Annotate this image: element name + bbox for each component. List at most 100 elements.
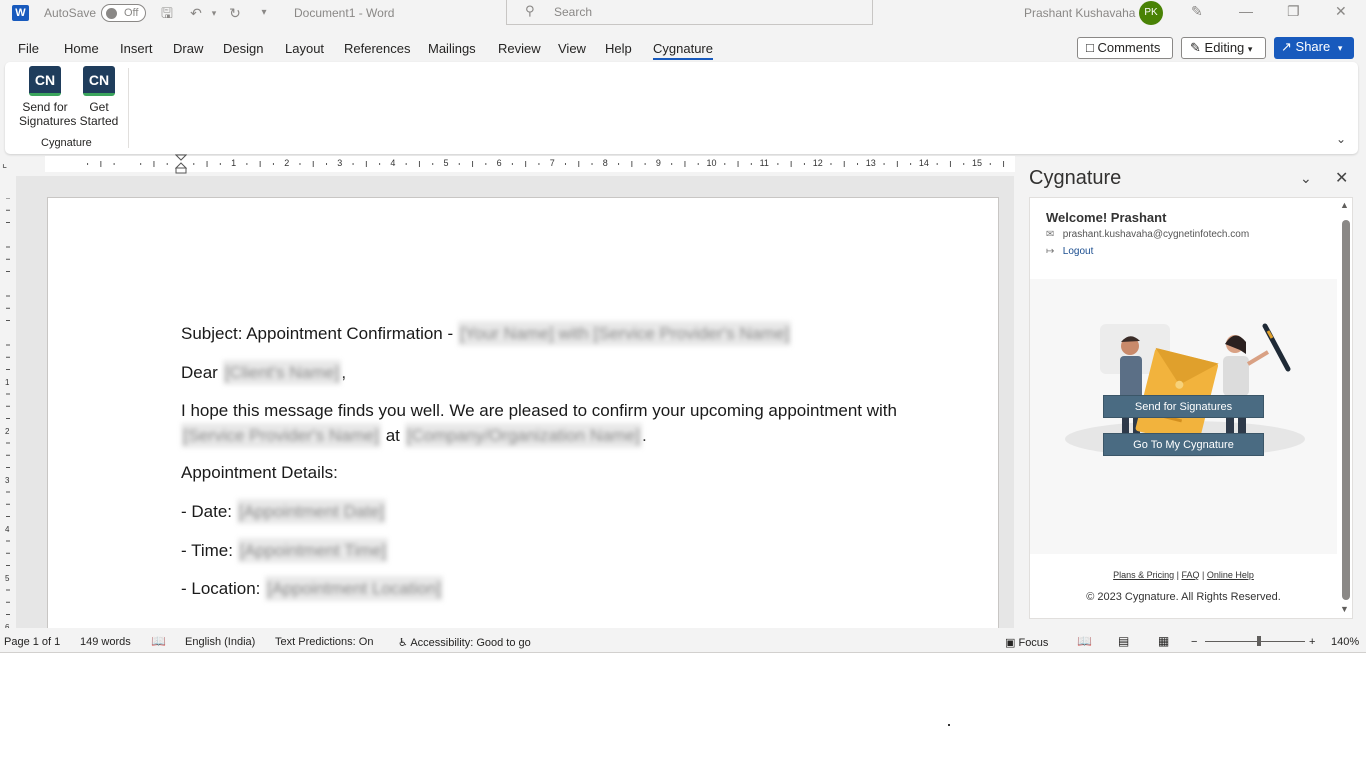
share-label: Share [1295, 39, 1331, 54]
comments-button[interactable]: □ Comments [1077, 37, 1173, 59]
tab-mailings[interactable]: Mailings [428, 41, 476, 56]
read-mode-icon[interactable]: 📖 [1077, 634, 1092, 648]
share-button[interactable]: ↗ Share ▾ [1274, 37, 1354, 59]
get-started-ribbon-button[interactable]: CN Get Started [73, 66, 125, 128]
pane-scrollbar[interactable]: ▲ ▼ [1339, 198, 1352, 618]
ruler-number: 8 [602, 158, 608, 168]
ruler-number: 3 [337, 158, 343, 168]
go-to-my-cygnature-button[interactable]: Go To My Cygnature [1103, 433, 1264, 456]
pane-close-icon[interactable]: ✕ [1335, 168, 1348, 188]
date-label: - Date: [181, 502, 237, 521]
tab-design[interactable]: Design [223, 41, 263, 56]
ribbon-button-label: Send for [22, 100, 68, 114]
tab-insert[interactable]: Insert [120, 41, 153, 56]
text-predictions-status[interactable]: Text Predictions: On [275, 636, 373, 648]
online-help-link[interactable]: Online Help [1207, 570, 1254, 580]
editing-mode-button[interactable]: ✎ Editing ▾ [1181, 37, 1266, 59]
scroll-thumb[interactable] [1342, 220, 1350, 600]
minimize-icon[interactable]: — [1239, 3, 1253, 19]
horizontal-ruler[interactable]: 1 2 3 4 5 6 7 8 9 10 11 12 13 14 15 [45, 156, 1015, 172]
collapse-ribbon-icon[interactable]: ⌄ [1336, 132, 1346, 146]
subject-line[interactable]: Subject: Appointment Confirmation - [You… [181, 321, 792, 346]
details-heading[interactable]: Appointment Details: [181, 460, 338, 485]
print-layout-icon[interactable]: ▤ [1118, 634, 1129, 648]
tab-draw[interactable]: Draw [173, 41, 203, 56]
search-box[interactable]: ⚲ Search [506, 0, 873, 25]
time-line[interactable]: - Time: [Appointment Time] [181, 538, 389, 563]
focus-mode-button[interactable]: ▣ Focus [1005, 636, 1048, 649]
undo-dropdown-icon[interactable]: ▾ [205, 4, 223, 22]
search-icon: ⚲ [525, 3, 535, 18]
body-text: I hope this message finds you well. We a… [181, 401, 897, 420]
restore-icon[interactable]: ❐ [1287, 3, 1300, 20]
logout-text: Logout [1062, 246, 1094, 257]
link-separator: | [1199, 570, 1207, 580]
date-line[interactable]: - Date: [Appointment Date] [181, 499, 387, 524]
web-layout-icon[interactable]: ▦ [1158, 634, 1169, 648]
heading-text: Appointment Details: [181, 463, 338, 482]
vertical-ruler[interactable]: 1 2 3 4 5 6 [0, 198, 16, 628]
footer-links: Plans & Pricing | FAQ | Online Help [1030, 570, 1337, 580]
zoom-slider[interactable] [1205, 641, 1305, 642]
zoom-slider-thumb[interactable] [1257, 636, 1261, 646]
share-icon: ↗ [1281, 39, 1292, 54]
language-status[interactable]: English (India) [185, 636, 255, 648]
greeting-line[interactable]: Dear [Client's Name], [181, 360, 346, 385]
tab-cygnature[interactable]: Cygnature [653, 41, 713, 60]
accessibility-status[interactable]: ♿ Accessibility: Good to go [398, 636, 531, 649]
location-label: - Location: [181, 579, 266, 598]
subject-prefix: Subject: Appointment Confirmation - [181, 324, 458, 343]
status-bar: Page 1 of 1 149 words 📖 English (India) … [0, 630, 1366, 653]
document-canvas[interactable]: Subject: Appointment Confirmation - [You… [16, 176, 1014, 628]
autosave-toggle[interactable]: Off [101, 4, 146, 22]
body-paragraph-line1[interactable]: I hope this message finds you well. We a… [181, 398, 897, 423]
save-icon[interactable]: 🖫 [158, 4, 176, 22]
zoom-level[interactable]: 140% [1331, 636, 1359, 648]
logout-link[interactable]: ↦ Logout [1046, 246, 1093, 257]
avatar[interactable]: PK [1139, 1, 1163, 25]
tab-home[interactable]: Home [64, 41, 99, 56]
customize-qat-icon[interactable]: ▾ [255, 4, 273, 22]
faq-link[interactable]: FAQ [1181, 570, 1199, 580]
tab-references[interactable]: References [344, 41, 410, 56]
document-page[interactable]: Subject: Appointment Confirmation - [You… [47, 197, 999, 628]
ribbon-group-label: Cygnature [41, 137, 92, 149]
tab-view[interactable]: View [558, 41, 586, 56]
tab-selector-icon[interactable]: ⌞ [2, 157, 14, 170]
redo-icon[interactable]: ↻ [226, 4, 244, 22]
undo-icon[interactable]: ↶ [187, 4, 205, 22]
indent-marker-icon[interactable] [175, 154, 187, 174]
tab-help[interactable]: Help [605, 41, 632, 56]
zoom-out-button[interactable]: − [1191, 636, 1197, 648]
ribbon-divider [128, 68, 129, 148]
plans-pricing-link[interactable]: Plans & Pricing [1113, 570, 1174, 580]
zoom-in-button[interactable]: + [1309, 636, 1315, 648]
word-count[interactable]: 149 words [80, 636, 131, 648]
close-window-icon[interactable]: ✕ [1335, 3, 1347, 20]
pen-icon[interactable]: ✎ [1191, 3, 1203, 20]
scroll-down-icon[interactable]: ▼ [1340, 604, 1349, 614]
send-for-signatures-ribbon-button[interactable]: CN Send for Signatures [19, 66, 76, 128]
body-text: . [642, 426, 647, 445]
location-line[interactable]: - Location: [Appointment Location] [181, 576, 444, 601]
comment-icon: □ [1086, 40, 1094, 55]
stray-dot [948, 724, 950, 726]
ruler-number: 2 [5, 427, 10, 436]
pane-options-chevron-icon[interactable]: ⌄ [1300, 170, 1312, 187]
scroll-up-icon[interactable]: ▲ [1340, 200, 1349, 210]
tab-file[interactable]: File [18, 41, 39, 56]
body-paragraph-line2[interactable]: [Service Provider's Name] at [Company/Or… [181, 423, 647, 448]
cygnature-logo-icon: CN [29, 66, 61, 96]
focus-label: Focus [1018, 637, 1049, 649]
logout-icon: ↦ [1046, 246, 1055, 257]
proofing-icon[interactable]: 📖 [151, 634, 166, 648]
pane-content-frame: Welcome! Prashant ✉ prashant.kushavaha@c… [1029, 197, 1353, 619]
tab-review[interactable]: Review [498, 41, 541, 56]
send-for-signatures-button[interactable]: Send for Signatures [1103, 395, 1264, 418]
ruler-number: 10 [706, 158, 717, 168]
tab-layout[interactable]: Layout [285, 41, 324, 56]
ruler-number: 1 [231, 158, 237, 168]
page-count[interactable]: Page 1 of 1 [4, 636, 60, 648]
user-name[interactable]: Prashant Kushavaha [1024, 6, 1135, 20]
comments-label: Comments [1097, 40, 1161, 55]
